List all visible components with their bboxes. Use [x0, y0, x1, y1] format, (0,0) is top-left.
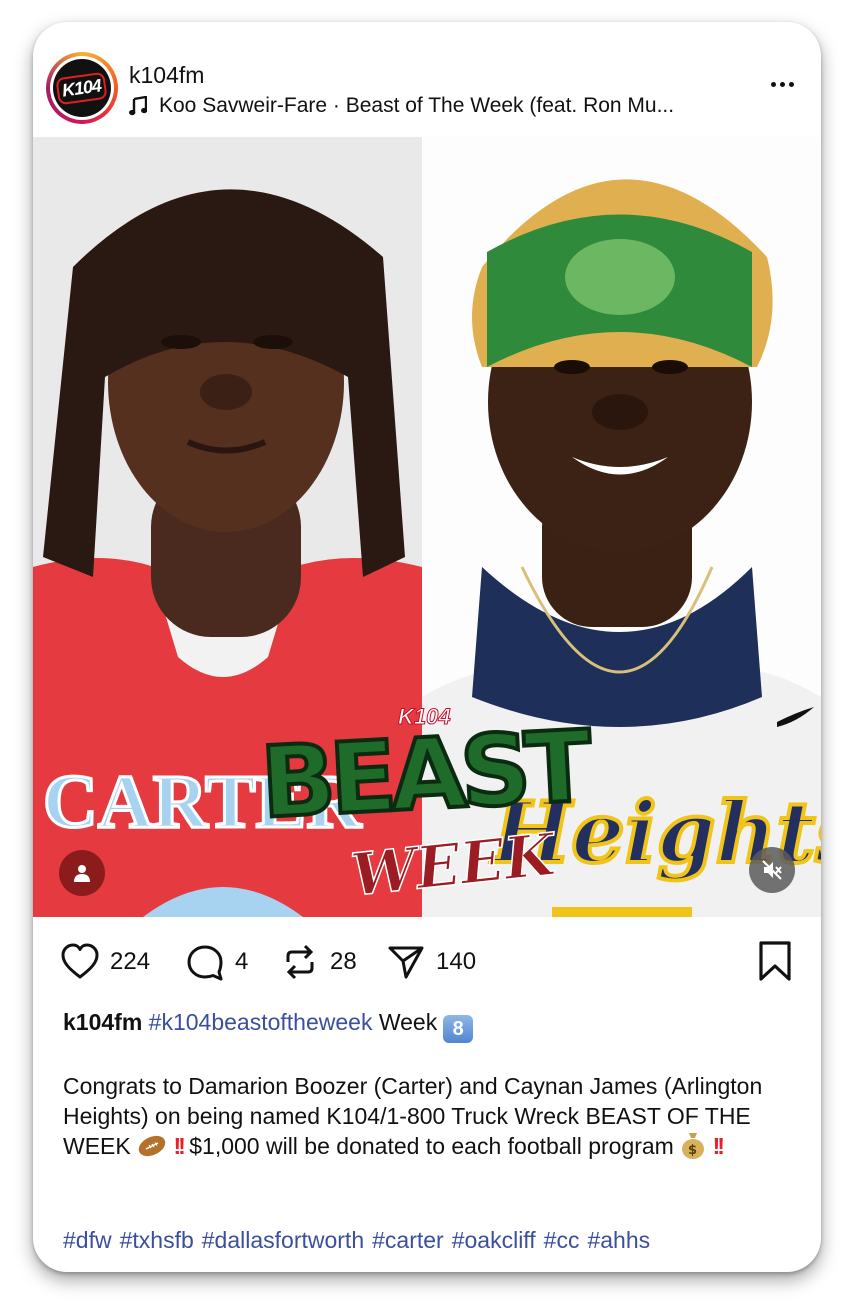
post-card: K104 k104fm Koo Savweir-Fare · Beast of …: [33, 22, 821, 1272]
bookmark-icon[interactable]: [757, 940, 793, 982]
comment-bubble-icon: [187, 945, 223, 981]
hashtag-link[interactable]: #txhsfb: [120, 1227, 194, 1253]
more-options-icon[interactable]: [767, 76, 797, 92]
player-photo-left: CARTER: [33, 137, 422, 917]
audio-attribution[interactable]: Koo Savweir-Fare · Beast of The Week (fe…: [129, 94, 674, 118]
week-text: Week: [378, 1009, 438, 1035]
hashtag-link[interactable]: #carter: [372, 1227, 444, 1253]
heart-icon: [61, 943, 99, 979]
share-button[interactable]: 140: [386, 942, 476, 982]
caption-header: k104fm #k104beastoftheweek Week 8: [63, 1007, 474, 1043]
repost-button[interactable]: 28: [280, 942, 357, 982]
avatar[interactable]: K104: [46, 52, 118, 124]
like-count: 224: [110, 948, 151, 975]
audio-title: Koo Savweir-Fare · Beast of The Week (fe…: [159, 94, 675, 117]
like-button[interactable]: 224: [60, 942, 150, 982]
repost-count: 28: [330, 948, 357, 975]
hashtag-list: #dfw #txhsfb #dallasfortworth #carter #oakcl…: [63, 1225, 658, 1255]
caption-username[interactable]: k104fm: [63, 1009, 142, 1035]
mute-toggle-button[interactable]: [749, 847, 795, 893]
k104-logo-icon: K104: [53, 59, 111, 117]
repost-icon: [286, 944, 314, 980]
hashtag-link[interactable]: #dfw: [63, 1227, 112, 1253]
jersey-text-carter: CARTER: [43, 760, 362, 844]
post-header: K104 k104fm Koo Savweir-Fare · Beast of …: [33, 22, 821, 137]
post-actions: 224 4 28 140: [33, 917, 821, 1007]
post-username[interactable]: k104fm: [129, 62, 204, 89]
money-bag-icon: $: [682, 1133, 705, 1159]
svg-text:$: $: [688, 1143, 697, 1158]
caption-text-2: $1,000 will be donated to each football …: [189, 1133, 674, 1159]
hashtag-link[interactable]: #dallasfortworth: [202, 1227, 364, 1253]
caption-body: Congrats to Damarion Boozer (Carter) and…: [63, 1072, 803, 1162]
player-photo-right: Heights: [422, 137, 821, 917]
double-exclamation-icon: !!: [173, 1133, 186, 1159]
hashtag-link[interactable]: #cc: [544, 1227, 580, 1253]
double-exclamation-icon: !!: [712, 1133, 725, 1159]
tagged-users-button[interactable]: [59, 850, 105, 896]
caption-hashtag[interactable]: #k104beastoftheweek: [149, 1009, 373, 1035]
send-paper-plane-icon: [388, 946, 424, 979]
person-icon: [74, 865, 90, 882]
football-icon: [138, 1135, 166, 1157]
post-media[interactable]: CARTER Height K104 BEAST WEEK: [33, 137, 821, 917]
comment-button[interactable]: 4: [185, 942, 248, 982]
hashtag-link[interactable]: #oakcliff: [452, 1227, 536, 1253]
comment-count: 4: [235, 948, 249, 975]
speaker-muted-icon: [762, 860, 782, 880]
share-count: 140: [436, 948, 477, 975]
music-note-icon: [129, 96, 147, 116]
hashtag-link[interactable]: #ahhs: [587, 1227, 650, 1253]
keycap-eight-icon: 8: [443, 1015, 474, 1043]
